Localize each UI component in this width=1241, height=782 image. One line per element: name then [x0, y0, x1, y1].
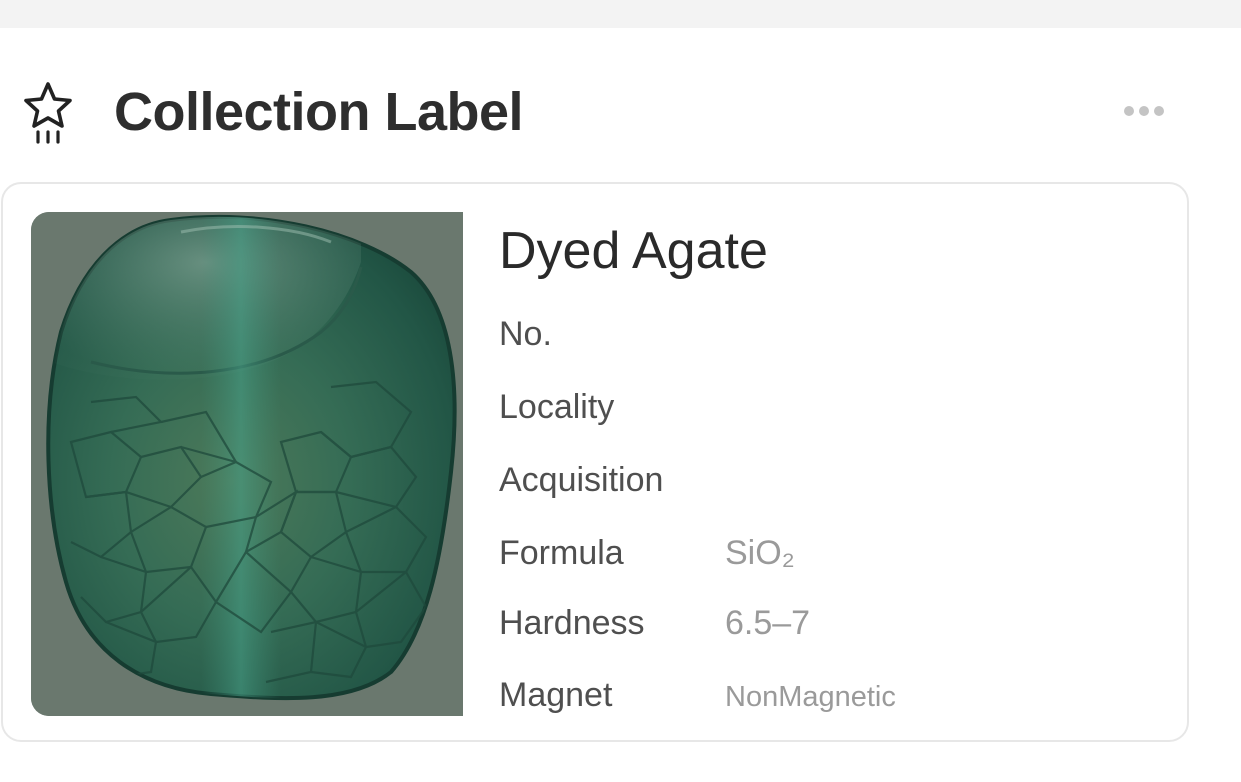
field-value-formula[interactable]: SiO₂	[725, 533, 795, 573]
header: Collection Label	[0, 72, 1241, 152]
field-label-formula: Formula	[499, 534, 624, 572]
more-options-button[interactable]	[1118, 98, 1170, 124]
star-icon	[24, 82, 72, 144]
field-label-locality: Locality	[499, 388, 615, 426]
field-label-hardness: Hardness	[499, 604, 645, 642]
field-label-magnet: Magnet	[499, 676, 613, 714]
specimen-photo	[31, 212, 463, 716]
top-bar	[0, 0, 1241, 28]
agate-stone-image	[31, 212, 463, 716]
specimen-card[interactable]: Dyed Agate No. Locality Acquisition Form…	[1, 182, 1189, 742]
field-label-no: No.	[499, 315, 552, 353]
field-label-acquisition: Acquisition	[499, 461, 664, 499]
more-horizontal-icon	[1124, 106, 1164, 116]
specimen-name: Dyed Agate	[499, 222, 768, 280]
field-value-hardness[interactable]: 6.5–7	[725, 603, 810, 643]
field-value-magnet[interactable]: NonMagnetic	[725, 677, 896, 717]
page-title: Collection Label	[114, 82, 524, 142]
